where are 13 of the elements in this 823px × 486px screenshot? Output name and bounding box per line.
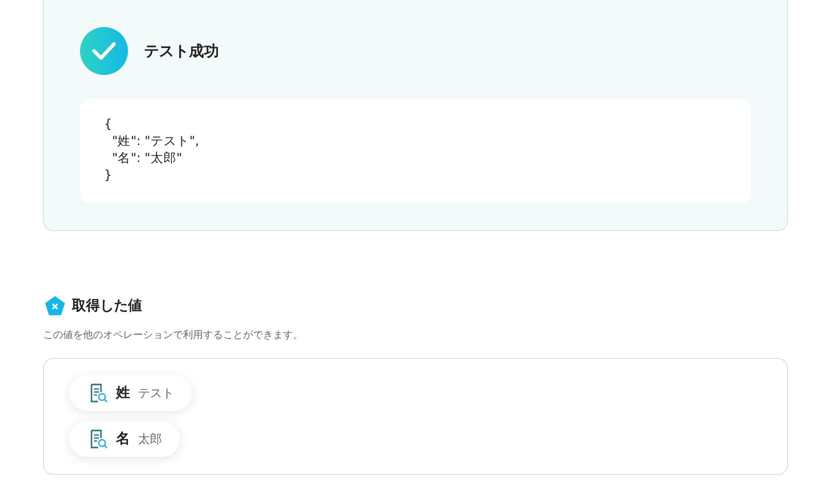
section-title: 取得した値 [72, 297, 142, 315]
result-title: テスト成功 [144, 42, 219, 60]
section-description: この値を他のオペレーションで利用することができます。 [43, 328, 304, 342]
pentagon-icon [45, 296, 65, 316]
value-chip[interactable]: 名 太郎 [69, 421, 180, 457]
code-line: } [104, 166, 113, 183]
document-search-icon [90, 383, 108, 403]
code-line: "名": "太郎" [110, 149, 184, 166]
value-chip[interactable]: 姓 テスト [69, 375, 192, 411]
code-line: "姓": "テスト", [110, 132, 200, 149]
document-search-icon [90, 429, 108, 449]
code-line: { [104, 115, 113, 132]
check-icon [80, 27, 128, 75]
